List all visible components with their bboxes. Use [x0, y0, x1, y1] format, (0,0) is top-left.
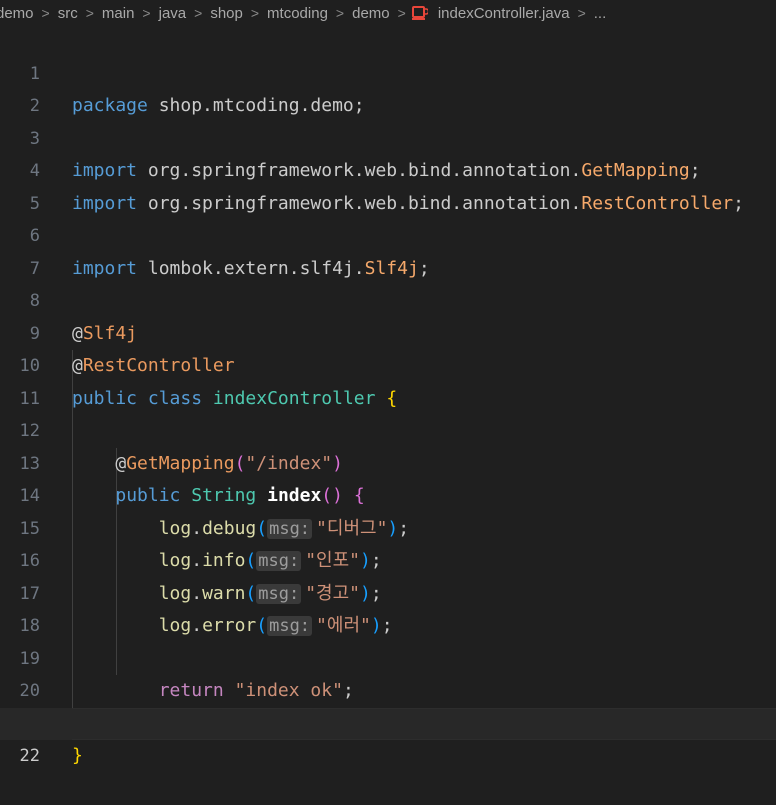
breadcrumb-separator: >	[85, 5, 94, 21]
breadcrumb-separator: >	[142, 5, 151, 21]
breadcrumb-separator: >	[194, 5, 203, 21]
code-line[interactable]: 15 log.info(msg: "인포");	[0, 480, 776, 571]
breadcrumb-item[interactable]: main	[100, 5, 137, 22]
breadcrumb-separator: >	[577, 5, 586, 21]
code-line[interactable]: 17 log.error(msg: "에러");	[0, 545, 776, 636]
code-line[interactable]: 18	[0, 578, 776, 636]
code-line[interactable]: 3 import org.springframework.web.bind.an…	[0, 90, 776, 182]
brace: }	[72, 745, 83, 766]
code-line[interactable]: 5	[0, 155, 776, 214]
code-line[interactable]: 1 package shop.mtcoding.demo;	[0, 25, 776, 117]
code-line[interactable]: 20 }	[0, 643, 776, 734]
breadcrumb-item[interactable]: demo	[350, 5, 392, 22]
code-editor[interactable]: demo > src > main > java > shop > mtcodi…	[0, 0, 776, 767]
breadcrumb-item[interactable]: shop	[208, 5, 245, 22]
breadcrumb-file[interactable]: indexController.java	[436, 5, 572, 22]
breadcrumb-item[interactable]: mtcoding	[265, 5, 330, 22]
code-line[interactable]: 13 public String index() {	[0, 415, 776, 507]
code-line[interactable]: 16 log.warn(msg: "경고");	[0, 513, 776, 604]
code-line[interactable]: 2	[0, 58, 776, 116]
code-line[interactable]: 14 log.debug(msg: "디버그");	[0, 448, 776, 539]
breadcrumb-separator: >	[335, 5, 345, 21]
breadcrumb-item[interactable]: java	[157, 5, 189, 22]
breadcrumb: demo > src > main > java > shop > mtcodi…	[0, 0, 770, 26]
code-line[interactable]: 8 @Slf4j	[0, 253, 776, 344]
code-line[interactable]: 10 public class indexController {	[0, 318, 776, 409]
code-area[interactable]: 1 package shop.mtcoding.demo; 2 3 import…	[0, 25, 776, 767]
code-line[interactable]: 11	[0, 350, 776, 409]
code-line[interactable]: 9 @RestController	[0, 285, 776, 377]
code-line-current[interactable]: 22	[0, 707, 776, 766]
breadcrumb-separator: >	[397, 5, 406, 21]
breadcrumb-item[interactable]: src	[56, 5, 80, 22]
code-line[interactable]: 19 return "index ok";	[0, 610, 776, 702]
java-file-icon	[411, 5, 428, 21]
breadcrumb-separator: >	[41, 5, 50, 21]
breadcrumb-item[interactable]: demo	[0, 5, 36, 22]
line-number: 22	[19, 746, 40, 766]
code-line[interactable]: 7	[0, 220, 776, 279]
breadcrumb-more[interactable]: ...	[592, 5, 609, 22]
code-line[interactable]: 21 }	[0, 675, 776, 767]
code-line[interactable]: 12 @GetMapping("/index")	[0, 383, 776, 474]
breadcrumb-separator: >	[250, 5, 260, 21]
code-line[interactable]: 4 import org.springframework.web.bind.an…	[0, 123, 776, 214]
code-line[interactable]: 6 import lombok.extern.slf4j.Slf4j;	[0, 188, 776, 279]
